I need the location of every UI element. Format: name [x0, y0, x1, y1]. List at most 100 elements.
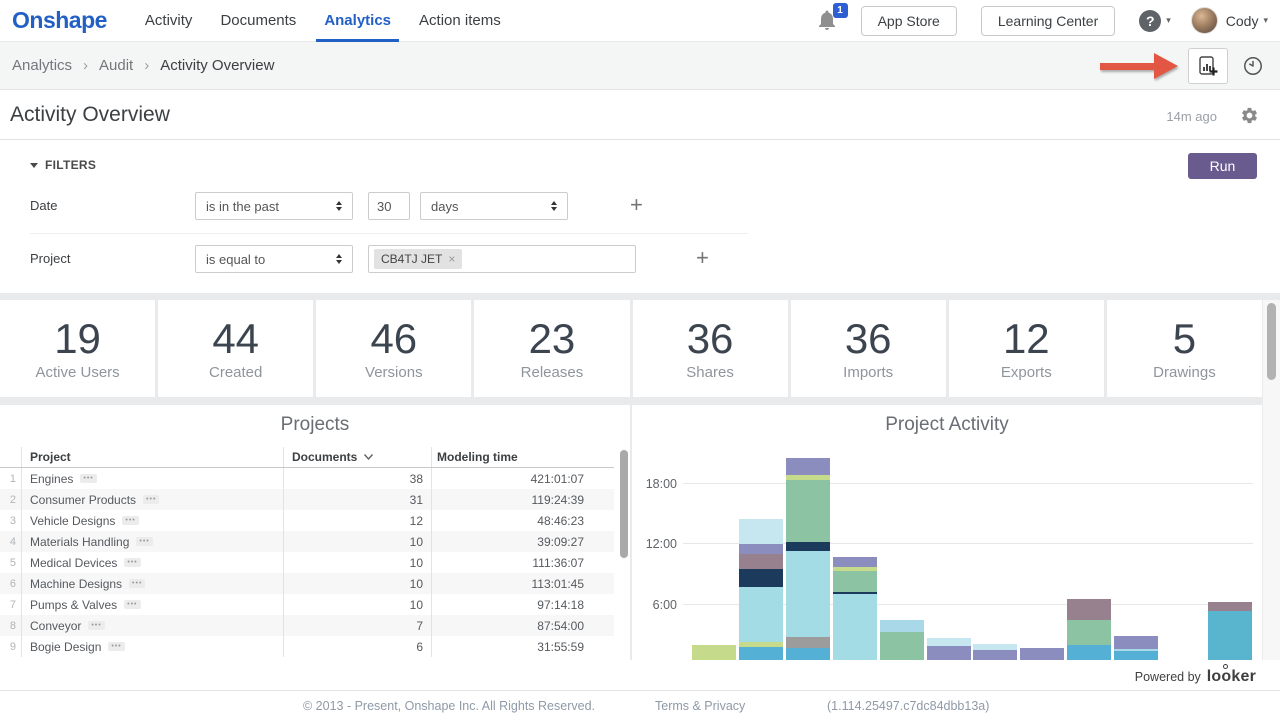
table-row: 3 Vehicle Designs••• 12 48:46:23 — [0, 510, 614, 531]
filter-row-divider — [30, 233, 748, 234]
stacked-bar[interactable] — [1020, 648, 1064, 660]
tab-documents[interactable]: Documents — [206, 0, 310, 42]
table-row: 6 Machine Designs••• 10 113:01:45 — [0, 573, 614, 594]
table-row: 1 Engines••• 38 421:01:07 — [0, 468, 614, 489]
table-scrollbar[interactable] — [620, 450, 628, 558]
tab-analytics[interactable]: Analytics — [310, 0, 405, 42]
select-arrows-icon — [336, 201, 342, 211]
project-operator-select[interactable]: is equal to — [195, 245, 353, 273]
breadcrumb-bar: Analytics › Audit › Activity Overview — [0, 42, 1280, 90]
add-report-button[interactable] — [1188, 48, 1228, 84]
stacked-bar[interactable] — [973, 644, 1017, 660]
app-store-button[interactable]: App Store — [861, 6, 957, 36]
date-filter-label: Date — [30, 198, 57, 213]
bar-segment — [1114, 636, 1158, 649]
notification-badge: 1 — [833, 3, 848, 18]
stacked-bar[interactable] — [833, 557, 877, 660]
schedule-button[interactable] — [1238, 51, 1268, 81]
breadcrumb: Analytics › Audit › Activity Overview — [12, 57, 274, 74]
col-modeling-time[interactable]: Modeling time — [432, 450, 600, 464]
breadcrumb-analytics[interactable]: Analytics — [12, 57, 72, 74]
table-row: 5 Medical Devices••• 10 111:36:07 — [0, 552, 614, 573]
row-menu-icon[interactable]: ••• — [136, 537, 152, 546]
top-nav: Onshape Activity Documents Analytics Act… — [0, 0, 1280, 42]
row-menu-icon[interactable]: ••• — [124, 600, 140, 609]
bar-segment — [739, 519, 783, 544]
date-unit-select[interactable]: days — [420, 192, 568, 220]
footer-divider — [0, 690, 1280, 691]
row-menu-icon[interactable]: ••• — [122, 516, 138, 525]
row-menu-icon[interactable]: ••• — [88, 621, 104, 630]
filters-section: FILTERS Run Date is in the past days + P… — [0, 140, 1280, 293]
gear-icon — [1240, 106, 1259, 125]
terms-privacy-link[interactable]: Terms & Privacy — [655, 699, 745, 713]
filters-collapse-toggle[interactable]: FILTERS — [30, 158, 96, 172]
row-menu-icon[interactable]: ••• — [108, 642, 124, 651]
bar-segment — [1208, 611, 1252, 660]
user-menu[interactable]: Cody ▾ — [1226, 13, 1268, 29]
help-menu[interactable]: ? ▾ — [1139, 10, 1171, 32]
stacked-bar[interactable] — [692, 645, 736, 660]
stacked-bar[interactable] — [786, 458, 830, 660]
last-run-timestamp: 14m ago — [1166, 109, 1217, 124]
bar-segment — [786, 551, 830, 637]
bar-segment — [927, 646, 971, 660]
stacked-bar[interactable] — [1114, 636, 1158, 660]
stacked-bar[interactable] — [880, 620, 924, 660]
notifications-button[interactable]: 1 — [815, 8, 841, 34]
add-date-filter-button[interactable]: + — [630, 195, 643, 215]
stat-imports: 36 Imports — [791, 300, 946, 397]
learning-center-button[interactable]: Learning Center — [981, 6, 1115, 36]
run-button[interactable]: Run — [1188, 153, 1257, 179]
row-menu-icon[interactable]: ••• — [80, 474, 96, 483]
remove-tag-icon[interactable]: × — [448, 252, 455, 266]
bar-segment — [739, 569, 783, 587]
date-value-input[interactable] — [368, 192, 410, 220]
annotation-arrow — [1100, 53, 1178, 79]
project-filter-label: Project — [30, 251, 70, 266]
powered-by-looker[interactable]: Powered by looker — [1135, 668, 1256, 686]
project-value-input[interactable]: CB4TJ JET × — [368, 245, 636, 273]
breadcrumb-audit[interactable]: Audit — [99, 57, 133, 74]
collapse-caret-icon — [30, 163, 38, 168]
chart-title: Project Activity — [632, 414, 1262, 436]
page-title: Activity Overview — [10, 103, 170, 127]
row-menu-icon[interactable]: ••• — [124, 558, 140, 567]
dashboard-settings-button[interactable] — [1240, 106, 1259, 130]
breadcrumb-current: Activity Overview — [160, 57, 274, 74]
tab-activity[interactable]: Activity — [131, 0, 207, 42]
row-menu-icon[interactable]: ••• — [143, 495, 159, 504]
stacked-bar[interactable] — [1208, 602, 1252, 661]
stat-active-users: 19 Active Users — [0, 300, 155, 397]
stat-versions: 46 Versions — [316, 300, 471, 397]
y-axis-tick-label: 12:00 — [645, 537, 677, 551]
date-operator-select[interactable]: is in the past — [195, 192, 353, 220]
chevron-down-icon: ▾ — [1166, 15, 1171, 26]
nav-right: 1 App Store Learning Center ? ▾ Cody ▾ — [815, 6, 1268, 36]
chart-gridline — [683, 483, 1253, 484]
user-avatar[interactable] — [1191, 7, 1218, 34]
add-project-filter-button[interactable]: + — [696, 248, 709, 268]
tab-action-items[interactable]: Action items — [405, 0, 515, 42]
bar-segment — [692, 645, 736, 660]
col-documents[interactable]: Documents — [284, 447, 432, 467]
stat-releases: 23 Releases — [474, 300, 629, 397]
stacked-bar[interactable] — [927, 638, 971, 660]
bar-segment — [1067, 599, 1111, 619]
copyright-text: © 2013 - Present, Onshape Inc. All Right… — [303, 699, 595, 713]
onshape-logo[interactable]: Onshape — [12, 7, 107, 34]
select-arrows-icon — [336, 254, 342, 264]
main-tabs: Activity Documents Analytics Action item… — [131, 0, 515, 42]
chart-add-icon — [1197, 55, 1219, 77]
bar-segment — [1208, 602, 1252, 611]
stacked-bar[interactable] — [739, 519, 783, 660]
bar-segment — [786, 458, 830, 475]
stacked-bar[interactable] — [1067, 599, 1111, 660]
col-project[interactable]: Project — [22, 447, 284, 467]
footer: Powered by looker © 2013 - Present, Onsh… — [0, 660, 1280, 720]
row-menu-icon[interactable]: ••• — [129, 579, 145, 588]
stat-created: 44 Created — [158, 300, 313, 397]
bar-segment — [973, 650, 1017, 660]
projects-title: Projects — [0, 414, 630, 436]
page-scrollbar-thumb[interactable] — [1267, 303, 1276, 380]
